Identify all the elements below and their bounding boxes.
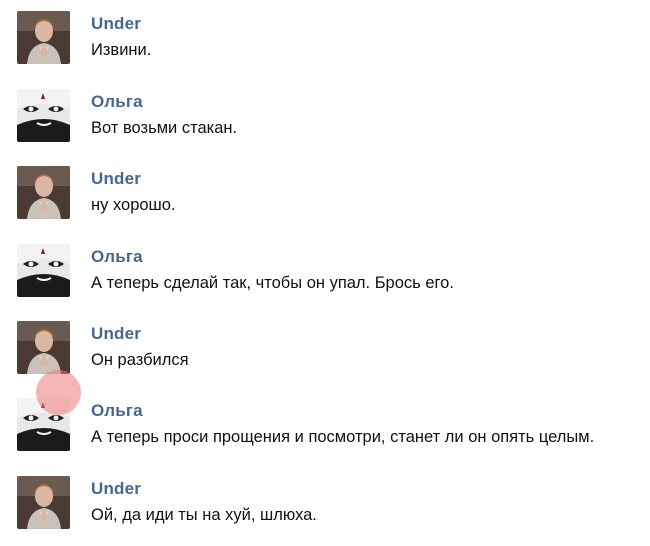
under-avatar[interactable] xyxy=(17,476,70,529)
avatar-image xyxy=(17,244,70,297)
message-item: Under Ой, да иди ты на хуй, шлюха. xyxy=(17,476,642,538)
olga-avatar[interactable] xyxy=(17,244,70,297)
author-name-link[interactable]: Under xyxy=(91,324,141,344)
avatar-image xyxy=(17,89,70,142)
message-text: Вот возьми стакан. xyxy=(91,119,238,137)
under-avatar[interactable] xyxy=(17,166,70,219)
message-text: А теперь сделай так, чтобы он упал. Брос… xyxy=(91,274,454,292)
message-text: Ой, да иди ты на хуй, шлюха. xyxy=(91,506,317,524)
message-item: Ольга А теперь проси прощения и посмотри… xyxy=(17,398,642,460)
message-item: Ольга А теперь сделай так, чтобы он упал… xyxy=(17,244,642,306)
author-name-link[interactable]: Ольга xyxy=(91,401,143,421)
under-avatar[interactable] xyxy=(17,11,70,64)
avatar-image xyxy=(17,398,70,451)
avatar-image xyxy=(17,321,70,374)
message-item: Under Он разбился xyxy=(17,321,642,383)
message-item: Under ну хорошо. xyxy=(17,166,642,228)
message-text: А теперь проси прощения и посмотри, стан… xyxy=(91,428,595,446)
author-name-link[interactable]: Ольга xyxy=(91,92,143,112)
author-name-link[interactable]: Ольга xyxy=(91,247,143,267)
avatar-image xyxy=(17,166,70,219)
message-text: ну хорошо. xyxy=(91,196,176,214)
message-item: Ольга Вот возьми стакан. xyxy=(17,89,642,151)
message-text: Извини. xyxy=(91,41,152,59)
message-text: Он разбился xyxy=(91,351,189,369)
avatar-image xyxy=(17,476,70,529)
chat-history: Under Извини. Ольга Вот возьми стакан. U… xyxy=(0,0,650,546)
under-avatar[interactable] xyxy=(17,321,70,374)
olga-avatar[interactable] xyxy=(17,398,70,451)
author-name-link[interactable]: Under xyxy=(91,14,141,34)
olga-avatar[interactable] xyxy=(17,89,70,142)
avatar-image xyxy=(17,11,70,64)
message-item: Under Извини. xyxy=(17,11,642,73)
author-name-link[interactable]: Under xyxy=(91,169,141,189)
author-name-link[interactable]: Under xyxy=(91,479,141,499)
